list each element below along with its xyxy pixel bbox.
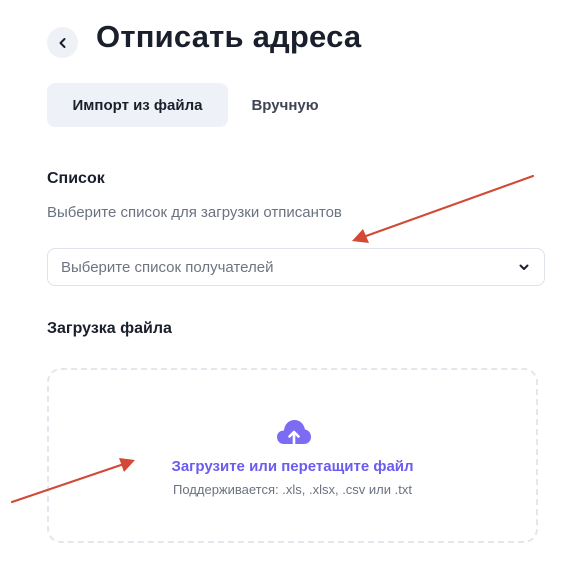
supported-formats: Поддерживается: .xls, .xlsx, .csv или .t… — [173, 482, 412, 497]
tabs: Импорт из файла Вручную — [47, 83, 342, 127]
chevron-down-icon — [519, 264, 529, 270]
select-placeholder: Выберите список получателей — [61, 258, 274, 276]
list-section-title: Список — [47, 170, 105, 187]
page-title: Отписать адреса — [96, 19, 362, 54]
chevron-left-icon — [59, 37, 65, 48]
list-section-description: Выберите список для загрузки отписантов — [47, 204, 342, 221]
back-button[interactable] — [47, 27, 78, 58]
upload-link[interactable]: Загрузите или перетащите файл — [49, 458, 536, 475]
recipient-list-select[interactable]: Выберите список получателей — [47, 248, 545, 286]
cloud-upload-icon — [277, 420, 311, 445]
annotation-arrow-select — [352, 174, 535, 243]
upload-section-title: Загрузка файла — [47, 320, 172, 337]
tab-manual[interactable]: Вручную — [228, 83, 342, 127]
tab-import-from-file[interactable]: Импорт из файла — [47, 83, 228, 127]
file-dropzone[interactable]: Загрузите или перетащите файл Поддержива… — [47, 368, 538, 543]
